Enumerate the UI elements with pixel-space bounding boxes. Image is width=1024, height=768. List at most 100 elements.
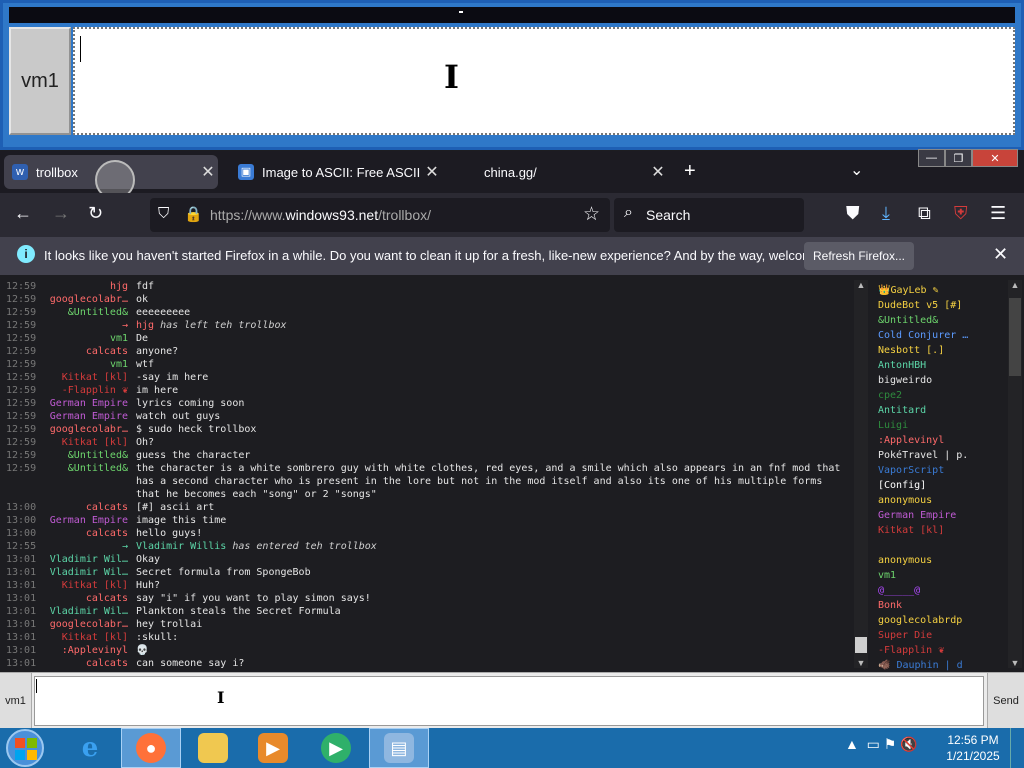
close-tab-icon[interactable]: ✕ xyxy=(648,162,668,182)
scroll-up-arrow[interactable]: ▲ xyxy=(854,280,868,290)
send-button[interactable]: Send xyxy=(987,673,1024,729)
taskbar-explorer[interactable] xyxy=(183,728,243,768)
taskbar-internet-explorer[interactable]: e xyxy=(60,728,120,768)
close-tab-icon[interactable]: ✕ xyxy=(198,162,218,182)
clock[interactable]: 12:56 PM 1/21/2025 xyxy=(944,732,1002,764)
user-list-item[interactable]: VaporScript xyxy=(878,463,1006,478)
message-nick[interactable]: calcats xyxy=(40,501,128,514)
message-nick[interactable]: &Untitled& xyxy=(40,306,128,319)
message-nick[interactable]: Kitkat [kl] xyxy=(40,436,128,449)
user-list-item[interactable]: @_____@ xyxy=(878,583,1006,598)
message-nick[interactable]: calcats xyxy=(40,345,128,358)
bookmark-star-icon[interactable]: ☆ xyxy=(583,203,600,226)
extensions-icon[interactable]: ⧉ xyxy=(918,203,931,224)
user-list-item[interactable]: &Untitled& xyxy=(878,313,1006,328)
message-nick[interactable]: Kitkat [kl] xyxy=(40,371,128,384)
user-list-item[interactable]: 🐗 Dauphin | d xyxy=(878,658,1006,671)
scrollbar-thumb[interactable] xyxy=(1009,298,1021,376)
user-list-item[interactable]: Bonk xyxy=(878,598,1006,613)
message-nick[interactable]: hjg xyxy=(40,280,128,293)
user-list-item[interactable]: Kitkat [kl] xyxy=(878,523,1006,538)
message-nick[interactable]: googlecolabr… xyxy=(40,423,128,436)
taskbar-firefox[interactable]: ● xyxy=(121,728,181,768)
message-nick[interactable]: calcats xyxy=(40,657,128,668)
taskbar-media-center[interactable]: ▶ xyxy=(306,728,366,768)
tab-china-gg[interactable]: china.gg/ ✕ xyxy=(452,155,668,189)
start-button[interactable] xyxy=(6,729,44,767)
hamburger-menu-icon[interactable]: ☰ xyxy=(990,203,1006,224)
message-nick[interactable]: Kitkat [kl] xyxy=(40,579,128,592)
tab-image-to-ascii[interactable]: ▣ Image to ASCII: Free ASCII Art C ✕ xyxy=(230,155,442,189)
message-nick[interactable]: :Applevinyl xyxy=(40,644,128,657)
back-arrow-icon[interactable]: ← xyxy=(14,203,32,224)
list-all-tabs-chevron-icon[interactable]: ⌄ xyxy=(850,160,863,180)
minimize-button[interactable]: — xyxy=(918,149,945,167)
user-list-item[interactable]: 👑GayLeb ✎ xyxy=(878,283,1006,298)
message-nick[interactable]: Vladimir Wil… xyxy=(40,566,128,579)
message-nick[interactable]: googlecolabr… xyxy=(40,618,128,631)
userlist-scrollbar[interactable]: ▲ ▼ xyxy=(1008,280,1022,668)
user-list-item[interactable]: Cold Conjurer … xyxy=(878,328,1006,343)
user-list-item[interactable]: PokéTravel | p. xyxy=(878,448,1006,463)
user-list-item[interactable] xyxy=(878,538,1006,553)
refresh-firefox-button[interactable]: Refresh Firefox... xyxy=(804,242,914,270)
user-list-item[interactable]: German Empire xyxy=(878,508,1006,523)
ublock-icon[interactable]: ⛨ xyxy=(954,203,968,224)
user-list-item[interactable]: Luigi xyxy=(878,418,1006,433)
user-list-item[interactable]: -Flapplin ❦ xyxy=(878,643,1006,658)
forward-arrow-icon[interactable]: → xyxy=(52,203,70,224)
message-nick[interactable]: Vladimir Wil… xyxy=(40,553,128,566)
close-tab-icon[interactable]: ✕ xyxy=(422,162,442,182)
message-nick[interactable]: &Untitled& xyxy=(40,462,128,501)
message-nick[interactable]: Kitkat [kl] xyxy=(40,631,128,644)
message-nick[interactable]: German Empire xyxy=(40,514,128,527)
message-nick[interactable]: German Empire xyxy=(40,410,128,423)
url-text[interactable]: https://www.windows93.net/trollbox/ xyxy=(210,207,431,223)
username-button[interactable]: vm1 xyxy=(0,673,32,729)
user-list-item[interactable]: Super Die xyxy=(878,628,1006,643)
user-list-item[interactable]: DudeBot v5 [#] xyxy=(878,298,1006,313)
show-desktop-button[interactable] xyxy=(1010,728,1024,768)
reload-icon[interactable]: ↻ xyxy=(88,203,103,224)
message-nick[interactable]: vm1 xyxy=(40,332,128,345)
maximize-button[interactable]: ❐ xyxy=(945,149,972,167)
downloads-icon[interactable]: ⤓ xyxy=(882,203,890,224)
message-nick[interactable]: &Untitled& xyxy=(40,449,128,462)
user-list-item[interactable]: AntonHBH xyxy=(878,358,1006,373)
overlay-username-button[interactable]: vm1 xyxy=(9,27,71,135)
message-nick[interactable]: → xyxy=(40,540,128,553)
user-list-item[interactable]: anonymous xyxy=(878,553,1006,568)
message-nick[interactable]: -Flapplin ❦ xyxy=(40,384,128,397)
scrollbar-thumb[interactable] xyxy=(855,637,867,653)
url-bar[interactable]: ⛉ 🔒 https://www.windows93.net/trollbox/ … xyxy=(150,198,610,232)
tracking-shield-icon[interactable]: ⛉ xyxy=(158,205,169,222)
pocket-icon[interactable]: ⛊ xyxy=(846,203,860,224)
new-tab-button[interactable]: + xyxy=(684,160,696,183)
message-nick[interactable]: → xyxy=(40,319,128,332)
scroll-up-arrow[interactable]: ▲ xyxy=(1008,280,1022,290)
close-icon[interactable]: ✕ xyxy=(993,244,1008,265)
tray-icons[interactable]: ▲ ▭ ⚑ 🔇 xyxy=(845,736,918,753)
user-list-item[interactable]: Nesbott [.] xyxy=(878,343,1006,358)
chat-scrollbar[interactable]: ▲ ▼ xyxy=(854,280,868,668)
close-window-button[interactable]: ✕ xyxy=(972,149,1018,167)
user-list-item[interactable]: :Applevinyl xyxy=(878,433,1006,448)
user-list-item[interactable]: cpe2 xyxy=(878,388,1006,403)
lock-icon[interactable]: 🔒 xyxy=(184,205,203,223)
user-list-item[interactable]: [Config] xyxy=(878,478,1006,493)
taskbar-vm-client[interactable]: ▤ xyxy=(369,728,429,768)
user-list-item[interactable]: anonymous xyxy=(878,493,1006,508)
user-list-item[interactable]: vm1 xyxy=(878,568,1006,583)
message-nick[interactable]: German Empire xyxy=(40,397,128,410)
taskbar-media-player[interactable]: ▶ xyxy=(243,728,303,768)
message-nick[interactable]: googlecolabr… xyxy=(40,293,128,306)
message-nick[interactable]: calcats xyxy=(40,527,128,540)
user-list-item[interactable]: googlecolabrdp xyxy=(878,613,1006,628)
search-input[interactable]: ⌕ Search xyxy=(614,198,804,232)
message-input[interactable] xyxy=(34,676,984,726)
scroll-down-arrow[interactable]: ▼ xyxy=(1008,658,1022,668)
overlay-message-input[interactable] xyxy=(73,27,1015,135)
message-nick[interactable]: vm1 xyxy=(40,358,128,371)
scroll-down-arrow[interactable]: ▼ xyxy=(854,658,868,668)
user-list-item[interactable]: bigweirdo xyxy=(878,373,1006,388)
